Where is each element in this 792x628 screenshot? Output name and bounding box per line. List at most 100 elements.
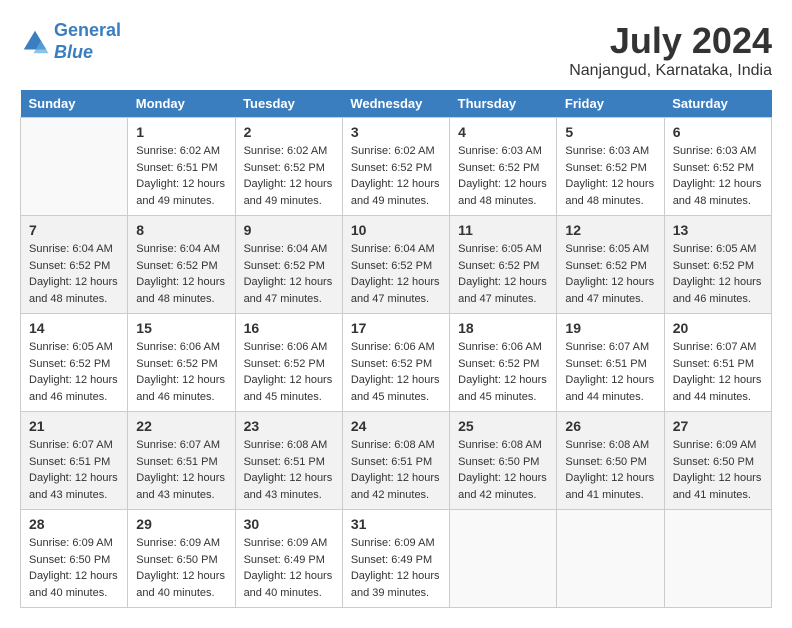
day-info: Sunrise: 6:02 AMSunset: 6:52 PMDaylight:… [351, 143, 441, 209]
day-cell [664, 510, 771, 608]
week-row-1: 1 Sunrise: 6:02 AMSunset: 6:51 PMDaylight… [21, 118, 772, 216]
day-info: Sunrise: 6:06 AMSunset: 6:52 PMDaylight:… [244, 339, 334, 405]
day-cell: 30 Sunrise: 6:09 AMSunset: 6:49 PMDayligh… [235, 510, 342, 608]
day-info: Sunrise: 6:09 AMSunset: 6:49 PMDaylight:… [244, 535, 334, 601]
day-cell: 7Sunrise: 6:04 AMSunset: 6:52 PMDaylight… [21, 216, 128, 314]
day-info: Sunrise: 6:03 AMSunset: 6:52 PMDaylight:… [565, 143, 655, 209]
day-number: 27 [673, 418, 763, 434]
day-cell: 23Sunrise: 6:08 AMSunset: 6:51 PMDayligh… [235, 412, 342, 510]
day-number: 8 [136, 222, 226, 238]
day-number: 19 [565, 320, 655, 336]
day-info: Sunrise: 6:06 AMSunset: 6:52 PMDaylight:… [351, 339, 441, 405]
day-number: 25 [458, 418, 548, 434]
day-cell: 22 Sunrise: 6:07 AMSunset: 6:51 PMDayligh… [128, 412, 235, 510]
col-header-monday: Monday [128, 90, 235, 118]
day-number: 22 [136, 418, 226, 434]
day-info: Sunrise: 6:05 AMSunset: 6:52 PMDaylight:… [565, 241, 655, 307]
day-number: 18 [458, 320, 548, 336]
col-header-thursday: Thursday [450, 90, 557, 118]
day-info: Sunrise: 6:08 AMSunset: 6:50 PMDaylight:… [565, 437, 655, 503]
day-cell: 2 Sunrise: 6:02 AMSunset: 6:52 PMDaylight… [235, 118, 342, 216]
day-cell: 17 Sunrise: 6:06 AMSunset: 6:52 PMDayligh… [342, 314, 449, 412]
day-number: 17 [351, 320, 441, 336]
day-number: 10 [351, 222, 441, 238]
day-info: Sunrise: 6:09 AMSunset: 6:49 PMDaylight:… [351, 535, 441, 601]
day-info: Sunrise: 6:06 AMSunset: 6:52 PMDaylight:… [136, 339, 226, 405]
day-info: Sunrise: 6:05 AMSunset: 6:52 PMDaylight:… [673, 241, 763, 307]
day-cell: 14Sunrise: 6:05 AMSunset: 6:52 PMDayligh… [21, 314, 128, 412]
day-info: Sunrise: 6:04 AMSunset: 6:52 PMDaylight:… [136, 241, 226, 307]
day-number: 31 [351, 516, 441, 532]
day-cell: 21Sunrise: 6:07 AMSunset: 6:51 PMDayligh… [21, 412, 128, 510]
logo-line2: Blue [54, 42, 93, 62]
day-info: Sunrise: 6:03 AMSunset: 6:52 PMDaylight:… [673, 143, 763, 209]
day-cell [557, 510, 664, 608]
day-cell: 19 Sunrise: 6:07 AMSunset: 6:51 PMDayligh… [557, 314, 664, 412]
week-row-3: 14Sunrise: 6:05 AMSunset: 6:52 PMDayligh… [21, 314, 772, 412]
day-cell: 29 Sunrise: 6:09 AMSunset: 6:50 PMDayligh… [128, 510, 235, 608]
day-cell: 13 Sunrise: 6:05 AMSunset: 6:52 PMDayligh… [664, 216, 771, 314]
day-number: 29 [136, 516, 226, 532]
week-row-2: 7 Sunrise: 6:04 AMSunset: 6:52 PMDaylight… [21, 216, 772, 314]
day-number: 15 [136, 320, 226, 336]
day-info: Sunrise: 6:08 AMSunset: 6:51 PMDaylight:… [351, 437, 441, 503]
day-cell: 8 Sunrise: 6:04 AMSunset: 6:52 PMDaylight… [128, 216, 235, 314]
day-number: 5 [565, 124, 655, 140]
day-number: 3 [351, 124, 441, 140]
day-info: Sunrise: 6:02 AMSunset: 6:51 PMDaylight:… [136, 143, 226, 209]
day-cell: 3 Sunrise: 6:02 AMSunset: 6:52 PMDaylight… [342, 118, 449, 216]
day-number: 23 [244, 418, 334, 434]
day-cell: 27 Sunrise: 6:09 AMSunset: 6:50 PMDayligh… [664, 412, 771, 510]
header-row: SundayMondayTuesdayWednesdayThursdayFrid… [21, 90, 772, 118]
day-number: 30 [244, 516, 334, 532]
day-number: 11 [458, 222, 548, 238]
day-info: Sunrise: 6:08 AMSunset: 6:50 PMDaylight:… [458, 437, 548, 503]
day-info: Sunrise: 6:09 AMSunset: 6:50 PMDaylight:… [136, 535, 226, 601]
day-number: 2 [244, 124, 334, 140]
day-info: Sunrise: 6:07 AMSunset: 6:51 PMDaylight:… [673, 339, 763, 405]
day-number: 1 [136, 124, 226, 140]
col-header-wednesday: Wednesday [342, 90, 449, 118]
col-header-sunday: Sunday [21, 90, 128, 118]
day-cell: 24 Sunrise: 6:08 AMSunset: 6:51 PMDayligh… [342, 412, 449, 510]
week-row-4: 21Sunrise: 6:07 AMSunset: 6:51 PMDayligh… [21, 412, 772, 510]
day-cell: 1 Sunrise: 6:02 AMSunset: 6:51 PMDaylight… [128, 118, 235, 216]
day-cell: 25 Sunrise: 6:08 AMSunset: 6:50 PMDayligh… [450, 412, 557, 510]
day-cell [450, 510, 557, 608]
day-number: 13 [673, 222, 763, 238]
day-cell: 20Sunrise: 6:07 AMSunset: 6:51 PMDayligh… [664, 314, 771, 412]
day-number: 28 [29, 516, 119, 532]
day-cell: 4 Sunrise: 6:03 AMSunset: 6:52 PMDaylight… [450, 118, 557, 216]
day-info: Sunrise: 6:07 AMSunset: 6:51 PMDaylight:… [136, 437, 226, 503]
day-info: Sunrise: 6:07 AMSunset: 6:51 PMDaylight:… [565, 339, 655, 405]
day-cell: 28 Sunrise: 6:09 AMSunset: 6:50 PMDayligh… [21, 510, 128, 608]
day-cell: 10 Sunrise: 6:04 AMSunset: 6:52 PMDayligh… [342, 216, 449, 314]
day-number: 4 [458, 124, 548, 140]
logo-icon [20, 27, 50, 57]
day-cell: 12 Sunrise: 6:05 AMSunset: 6:52 PMDayligh… [557, 216, 664, 314]
day-info: Sunrise: 6:05 AMSunset: 6:52 PMDaylight:… [29, 339, 119, 405]
logo-text: General Blue [54, 20, 121, 63]
logo: General Blue [20, 20, 121, 63]
day-number: 6 [673, 124, 763, 140]
day-cell: 31 Sunrise: 6:09 AMSunset: 6:49 PMDayligh… [342, 510, 449, 608]
day-number: 26 [565, 418, 655, 434]
day-info: Sunrise: 6:06 AMSunset: 6:52 PMDaylight:… [458, 339, 548, 405]
day-cell: 16Sunrise: 6:06 AMSunset: 6:52 PMDayligh… [235, 314, 342, 412]
calendar-table: SundayMondayTuesdayWednesdayThursdayFrid… [20, 90, 772, 608]
month-title: July 2024 [569, 20, 772, 62]
title-block: July 2024 Nanjangud, Karnataka, India [569, 20, 772, 80]
day-info: Sunrise: 6:09 AMSunset: 6:50 PMDaylight:… [673, 437, 763, 503]
day-info: Sunrise: 6:04 AMSunset: 6:52 PMDaylight:… [351, 241, 441, 307]
day-info: Sunrise: 6:02 AMSunset: 6:52 PMDaylight:… [244, 143, 334, 209]
day-number: 7 [29, 222, 119, 238]
day-info: Sunrise: 6:09 AMSunset: 6:50 PMDaylight:… [29, 535, 119, 601]
day-cell [21, 118, 128, 216]
day-cell: 11Sunrise: 6:05 AMSunset: 6:52 PMDayligh… [450, 216, 557, 314]
day-cell: 5 Sunrise: 6:03 AMSunset: 6:52 PMDaylight… [557, 118, 664, 216]
col-header-tuesday: Tuesday [235, 90, 342, 118]
day-number: 24 [351, 418, 441, 434]
col-header-saturday: Saturday [664, 90, 771, 118]
day-info: Sunrise: 6:03 AMSunset: 6:52 PMDaylight:… [458, 143, 548, 209]
day-number: 12 [565, 222, 655, 238]
